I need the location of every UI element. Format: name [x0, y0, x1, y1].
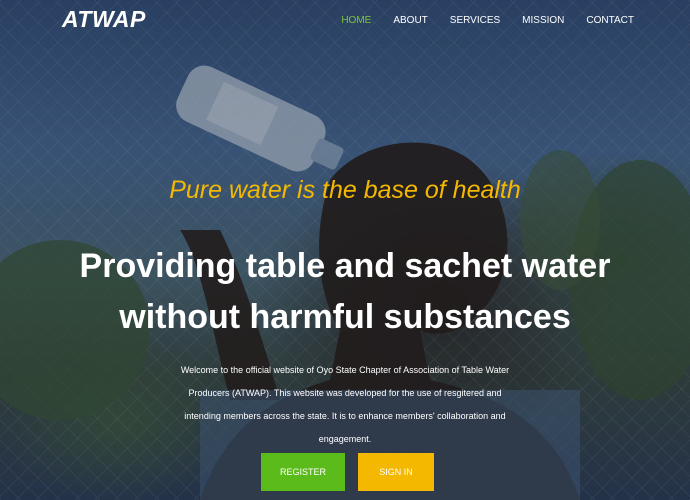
nav-about-link[interactable]: ABOUT	[393, 15, 427, 26]
nav-services-link[interactable]: SERVICES	[450, 15, 500, 26]
nav-home-link[interactable]: HOME	[341, 15, 371, 26]
hero-description: Welcome to the official website of Oyo S…	[180, 365, 510, 444]
nav-menu: HOME ABOUT SERVICES MISSION CONTACT	[319, 15, 634, 26]
hero-section: ATWAP HOME ABOUT SERVICES MISSION CONTAC…	[0, 0, 690, 500]
nav-mission-link[interactable]: MISSION	[522, 15, 564, 26]
top-navbar: ATWAP HOME ABOUT SERVICES MISSION CONTAC…	[0, 0, 690, 42]
sign-in-button[interactable]: SIGN IN	[358, 453, 434, 491]
nav-contact-link[interactable]: CONTACT	[586, 15, 634, 26]
hero-tagline: Pure water is the base of health	[169, 176, 521, 204]
register-button[interactable]: REGISTER	[261, 453, 345, 491]
site-logo[interactable]: ATWAP	[62, 6, 146, 33]
hero-headline: Providing table and sachet water without…	[79, 247, 611, 336]
